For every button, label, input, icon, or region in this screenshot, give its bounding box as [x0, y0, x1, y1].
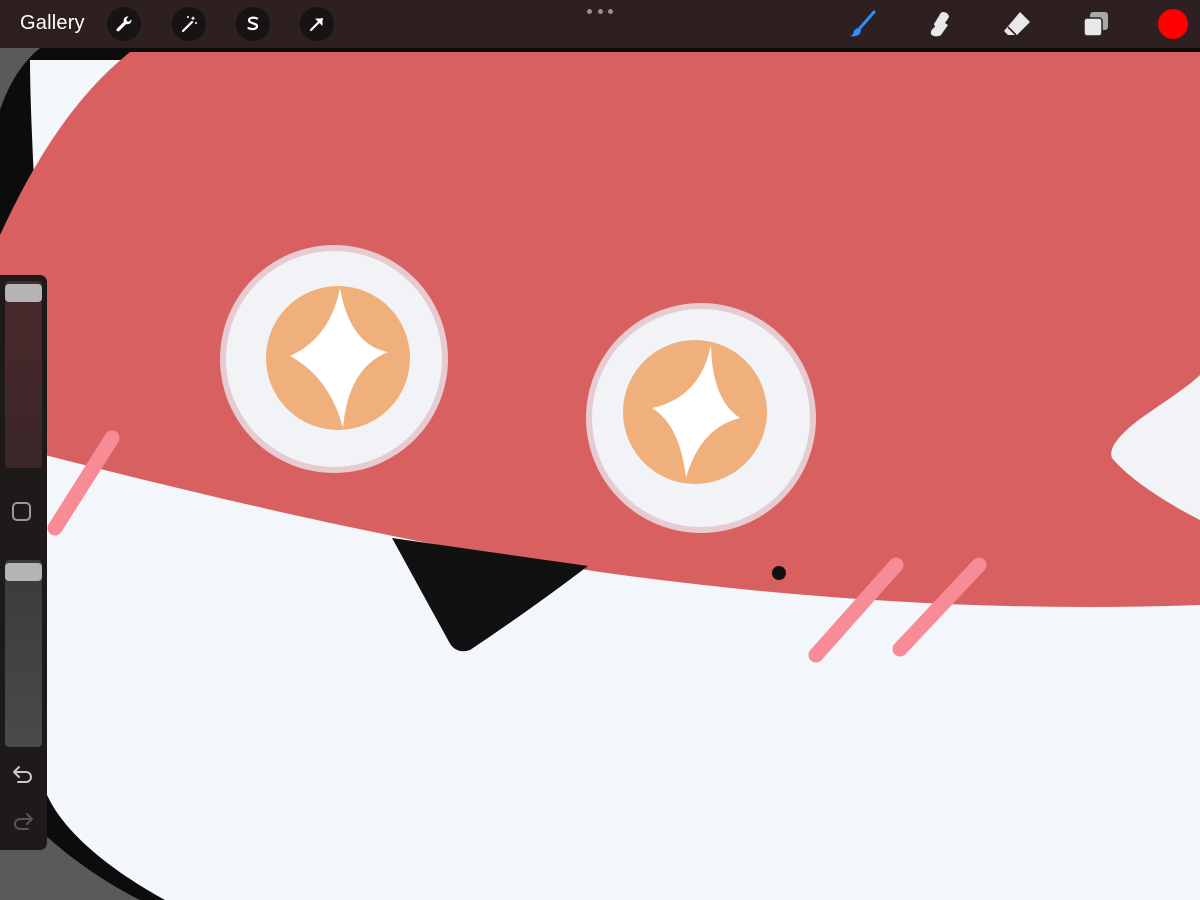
more-options-handle[interactable]: [587, 6, 613, 16]
left-eye: [220, 245, 448, 473]
opacity-slider[interactable]: [5, 560, 42, 747]
gallery-button[interactable]: Gallery: [20, 12, 85, 35]
undo-button[interactable]: [10, 762, 36, 786]
undo-icon: [13, 766, 32, 783]
dot-icon: [597, 8, 603, 14]
adjustments-button[interactable]: [172, 7, 206, 41]
magic-wand-icon: [181, 16, 197, 33]
selection-s-icon: [247, 16, 259, 31]
dot-icon: [587, 8, 592, 14]
brush-icon: [850, 10, 876, 37]
brush-size-slider[interactable]: [5, 281, 42, 468]
opacity-thumb[interactable]: [5, 563, 42, 581]
brush-size-thumb[interactable]: [5, 284, 42, 302]
color-picker-button[interactable]: [1158, 9, 1188, 39]
left-sidebar: [0, 275, 47, 850]
wrench-icon: [116, 16, 132, 32]
smudge-button[interactable]: [922, 6, 958, 42]
dot-icon: [608, 8, 613, 14]
arrow-cursor-icon: [309, 17, 324, 32]
selection-button[interactable]: [236, 7, 270, 41]
small-dot: [772, 566, 786, 580]
top-toolbar: Gallery: [0, 0, 1200, 48]
modify-button[interactable]: [12, 502, 31, 521]
right-eye: [586, 303, 816, 533]
layers-icon: [1083, 12, 1108, 37]
eraser-icon: [1004, 12, 1030, 36]
eraser-button[interactable]: [999, 6, 1035, 42]
smudge-icon: [930, 12, 949, 37]
redo-button[interactable]: [10, 809, 36, 833]
transform-button[interactable]: [300, 7, 334, 41]
actions-button[interactable]: [107, 7, 141, 41]
redo-icon: [14, 813, 33, 830]
paint-button[interactable]: [844, 6, 880, 42]
drawing-canvas[interactable]: [0, 0, 1200, 900]
layers-button[interactable]: [1078, 6, 1114, 42]
artwork: [0, 0, 1200, 900]
